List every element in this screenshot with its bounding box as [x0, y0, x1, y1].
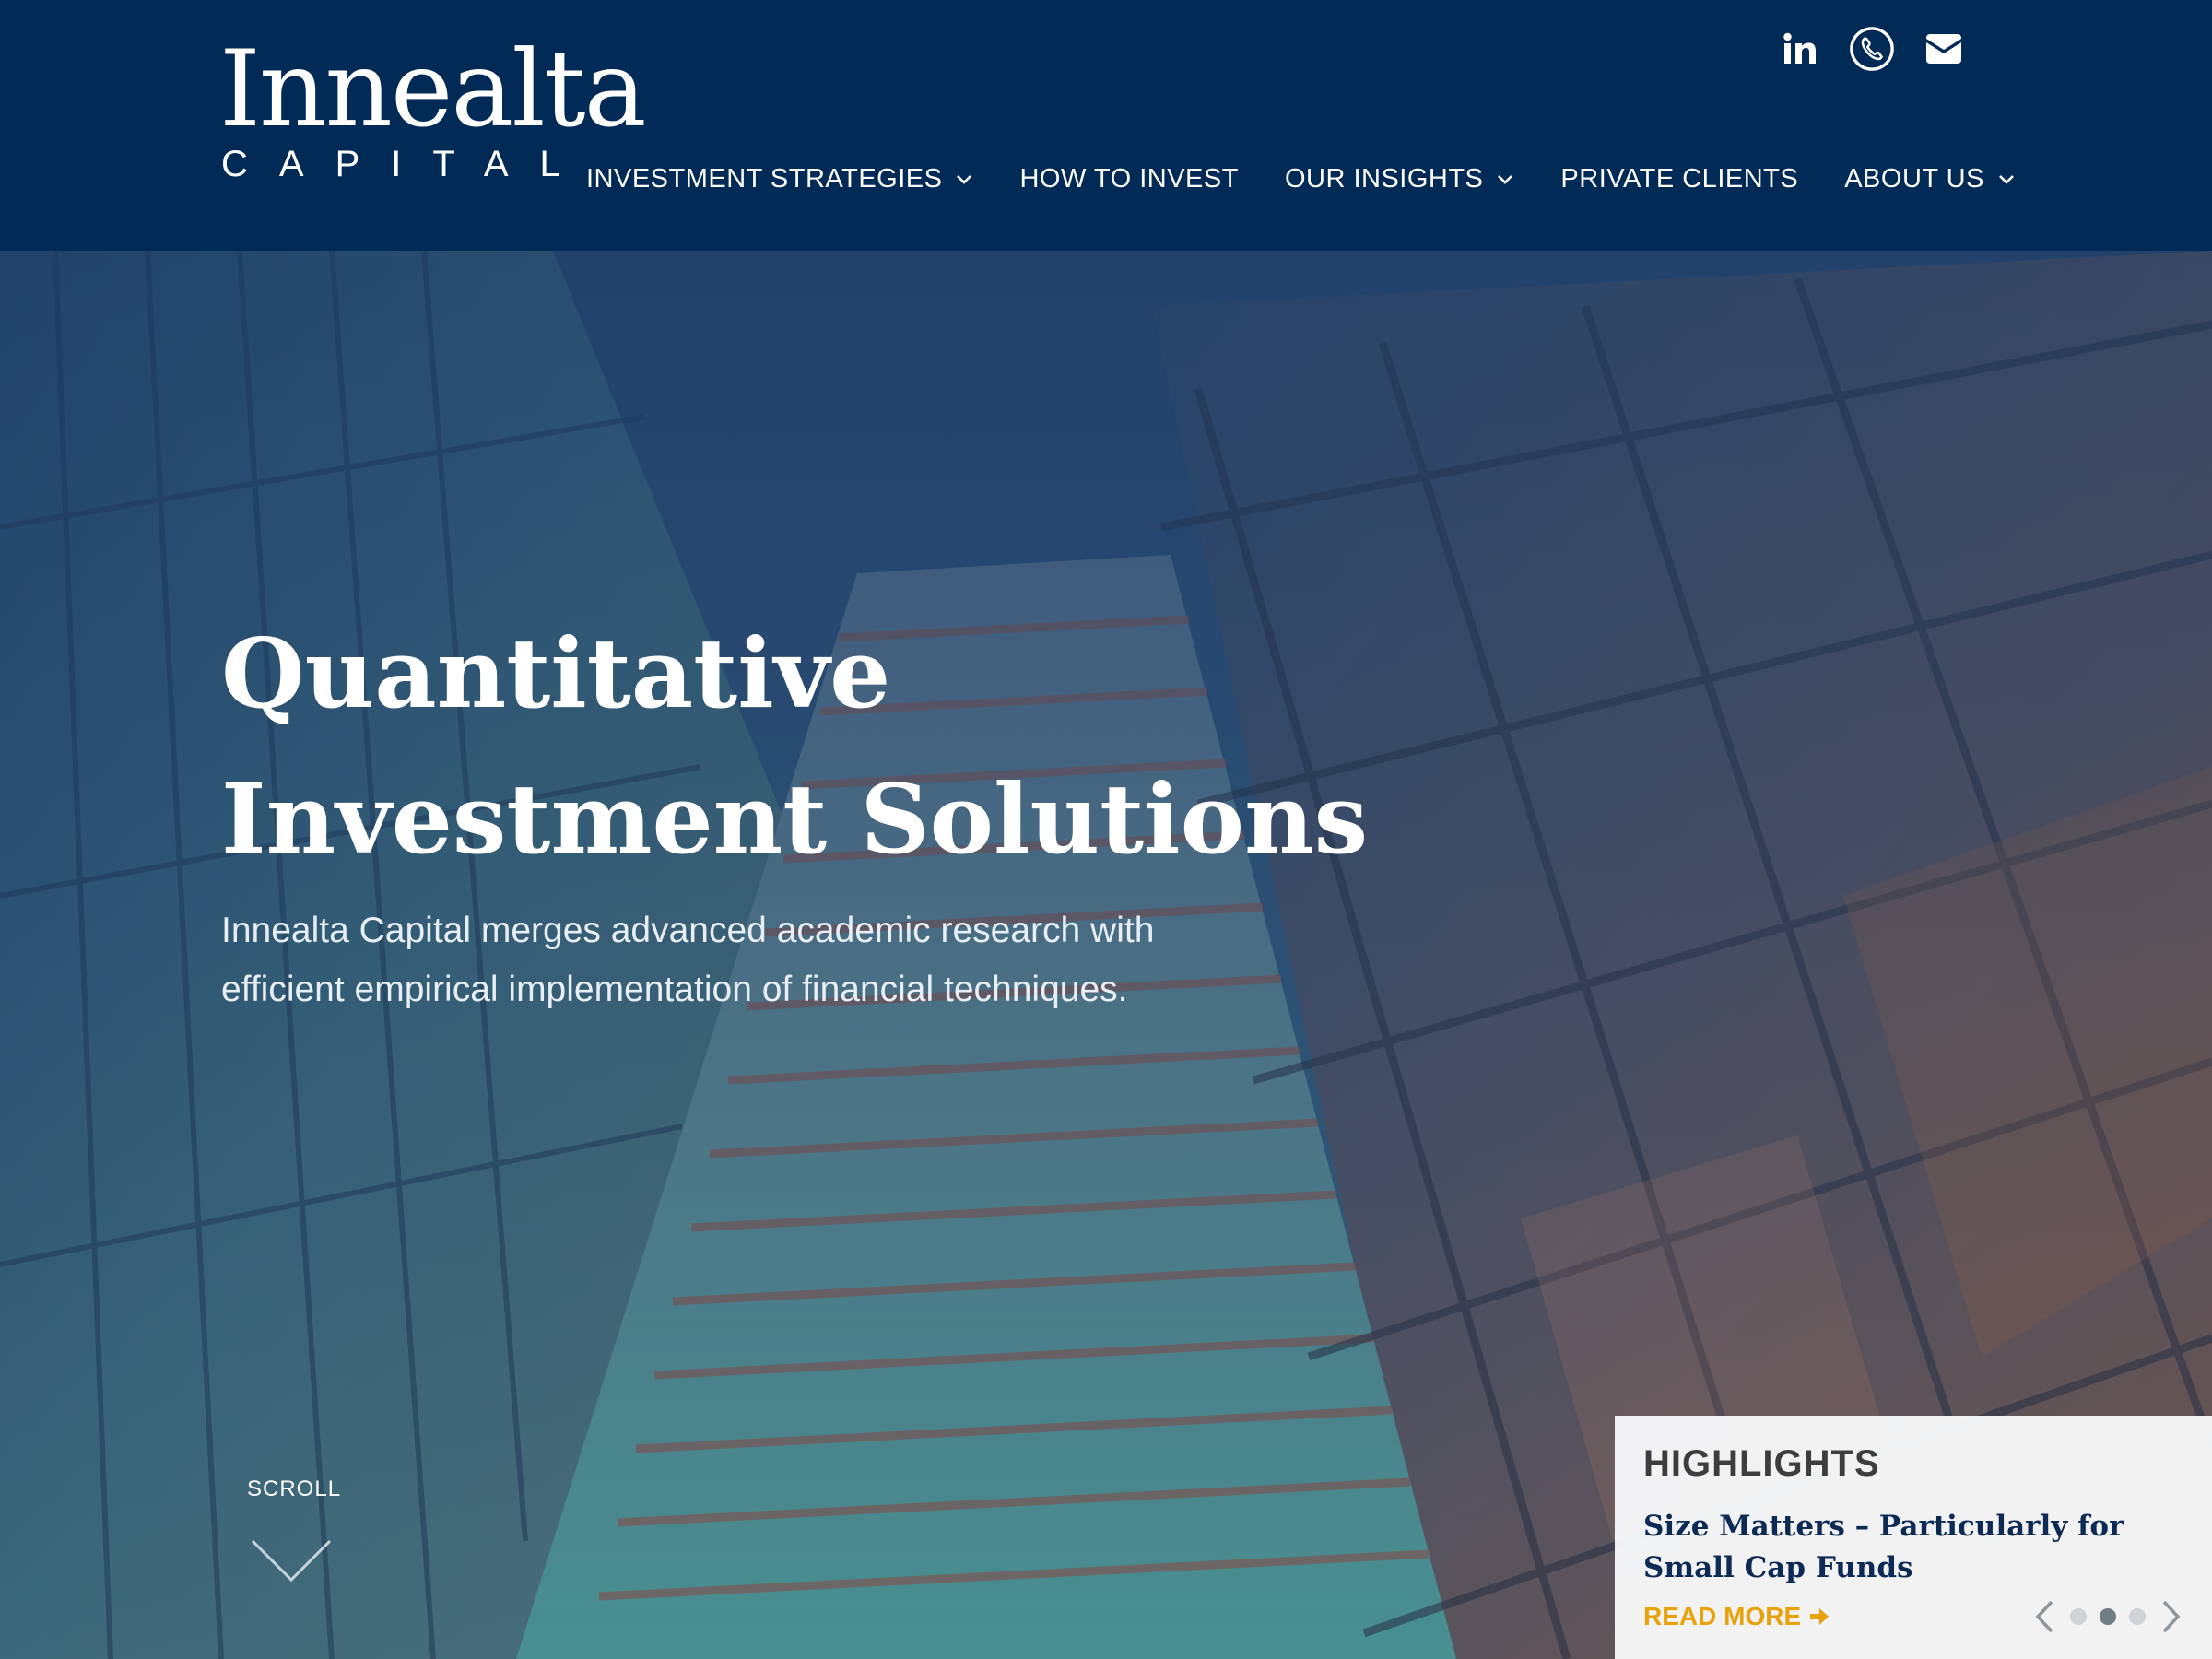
carousel-dot-1[interactable]: [2070, 1608, 2087, 1625]
logo-subtitle: CAPITAL: [221, 144, 592, 184]
hero-title-line-1: Quantitative: [221, 617, 891, 730]
carousel-prev-icon[interactable]: [2031, 1598, 2057, 1635]
site-header: Innealta CAPITAL INVESTMENT STRATEGIES H…: [0, 0, 2212, 251]
carousel-next-icon[interactable]: [2159, 1598, 2184, 1635]
highlights-heading: HIGHLIGHTS: [1643, 1443, 1880, 1484]
envelope-icon[interactable]: [1921, 24, 1967, 74]
carousel-dot-2[interactable]: [2100, 1608, 2116, 1625]
linkedin-icon[interactable]: [1777, 24, 1823, 74]
social-links: [1777, 24, 1967, 74]
nav-private-clients[interactable]: PRIVATE CLIENTS: [1560, 164, 1798, 194]
nav-label: ABOUT US: [1844, 164, 1984, 194]
arrow-right-icon: [1810, 1608, 1830, 1625]
phone-icon[interactable]: [1849, 24, 1895, 74]
chevron-down-icon: [1498, 174, 1513, 184]
scroll-down-icon[interactable]: [249, 1537, 337, 1589]
hero-description: Innealta Capital merges advanced academi…: [221, 911, 1155, 1009]
logo[interactable]: Innealta CAPITAL: [219, 28, 647, 184]
nav-how-to-invest[interactable]: HOW TO INVEST: [1019, 164, 1238, 194]
highlights-card: HIGHLIGHTS Size Matters – Particularly f…: [1615, 1416, 2212, 1659]
chevron-down-icon: [1999, 174, 2014, 184]
hero-title-line-2: Investment Solutions: [221, 762, 1369, 876]
carousel-controls: [2031, 1598, 2184, 1635]
read-more-label: READ MORE: [1643, 1602, 1802, 1630]
nav-about-us[interactable]: ABOUT US: [1844, 164, 2016, 194]
nav-our-insights[interactable]: OUR INSIGHTS: [1285, 164, 1514, 194]
nav-label: PRIVATE CLIENTS: [1560, 164, 1799, 194]
highlights-footer: READ MORE: [1643, 1598, 2184, 1635]
nav-investment-strategies[interactable]: INVESTMENT STRATEGIES: [586, 164, 973, 194]
nav-label: HOW TO INVEST: [1019, 164, 1239, 194]
highlight-article-title[interactable]: Size Matters – Particularly for Small Ca…: [1643, 1506, 2169, 1589]
nav-label: INVESTMENT STRATEGIES: [586, 164, 943, 194]
main-nav: INVESTMENT STRATEGIES HOW TO INVEST OUR …: [586, 164, 2016, 194]
carousel-dot-3[interactable]: [2129, 1608, 2146, 1625]
hero-title: Quantitative Investment Solutions: [221, 601, 1419, 892]
nav-label: OUR INSIGHTS: [1284, 164, 1484, 194]
scroll-label[interactable]: SCROLL: [247, 1477, 341, 1502]
logo-name: Innealta: [219, 28, 647, 150]
read-more-link[interactable]: READ MORE: [1643, 1602, 1830, 1631]
chevron-down-icon: [957, 174, 972, 184]
